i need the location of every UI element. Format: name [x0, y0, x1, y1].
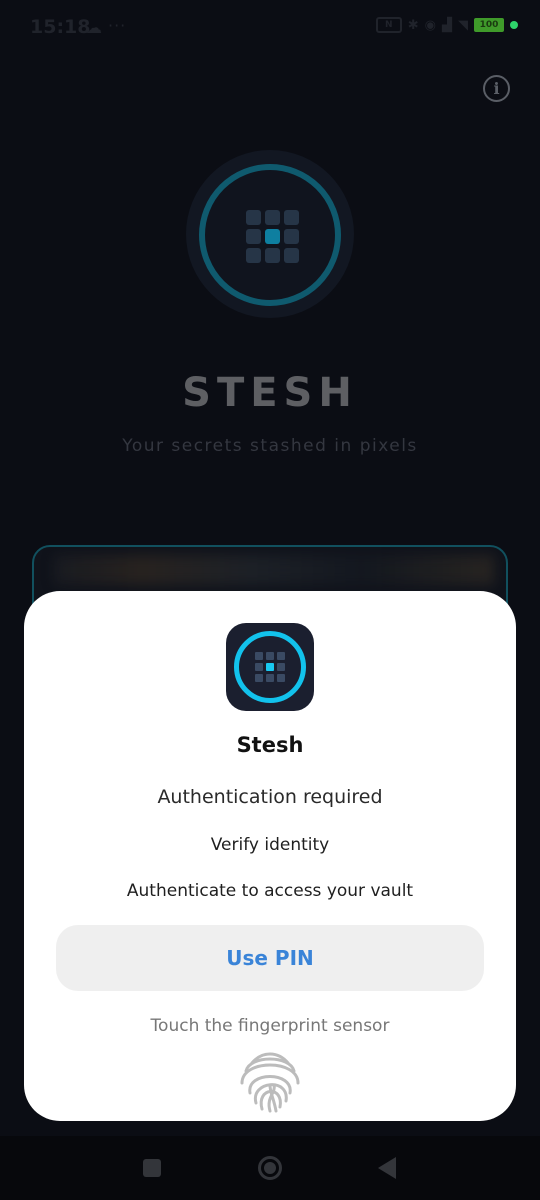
dialog-description: Authenticate to access your vault [126, 881, 414, 901]
privacy-dot-icon [510, 21, 518, 29]
status-dots: ··· [108, 16, 127, 35]
info-icon[interactable]: i [483, 75, 510, 102]
dialog-app-name: Stesh [236, 733, 304, 757]
use-pin-button[interactable]: Use PIN [56, 925, 484, 991]
nav-bar [0, 1136, 540, 1200]
status-time: 15:18 [30, 16, 91, 38]
nfc-icon: N [375, 17, 402, 33]
background-card-blur [54, 555, 494, 585]
status-bar: 15:18 ☁ ··· N ✱ ◉ ▟ ◥ 100 [0, 0, 540, 56]
signal-icon: ▟ [442, 17, 452, 33]
hero-logo-grid-icon [246, 210, 300, 264]
fingerprint-hint: Touch the fingerprint sensor [150, 1016, 390, 1036]
app-logo-icon [226, 623, 314, 711]
dialog-subtitle: Verify identity [210, 835, 330, 855]
back-icon[interactable] [378, 1157, 396, 1179]
status-icons: N ✱ ◉ ▟ ◥ 100 [375, 17, 518, 33]
eye-icon: ◉ [424, 17, 436, 33]
dialog-title: Authentication required [157, 786, 383, 808]
fingerprint-icon[interactable] [232, 1041, 308, 1117]
cloud-icon: ☁ [86, 18, 102, 37]
bluetooth-icon: ✱ [407, 17, 419, 33]
recents-icon[interactable] [143, 1159, 161, 1177]
biometric-auth-dialog: Stesh Authentication required Verify ide… [24, 591, 516, 1121]
app-subtitle: Your secrets stashed in pixels [122, 436, 418, 456]
app-title: STESH [182, 370, 358, 416]
home-icon[interactable] [258, 1156, 282, 1180]
battery-icon: 100 [474, 18, 504, 32]
app-logo-grid [255, 652, 285, 682]
wifi-icon: ◥ [458, 17, 468, 33]
